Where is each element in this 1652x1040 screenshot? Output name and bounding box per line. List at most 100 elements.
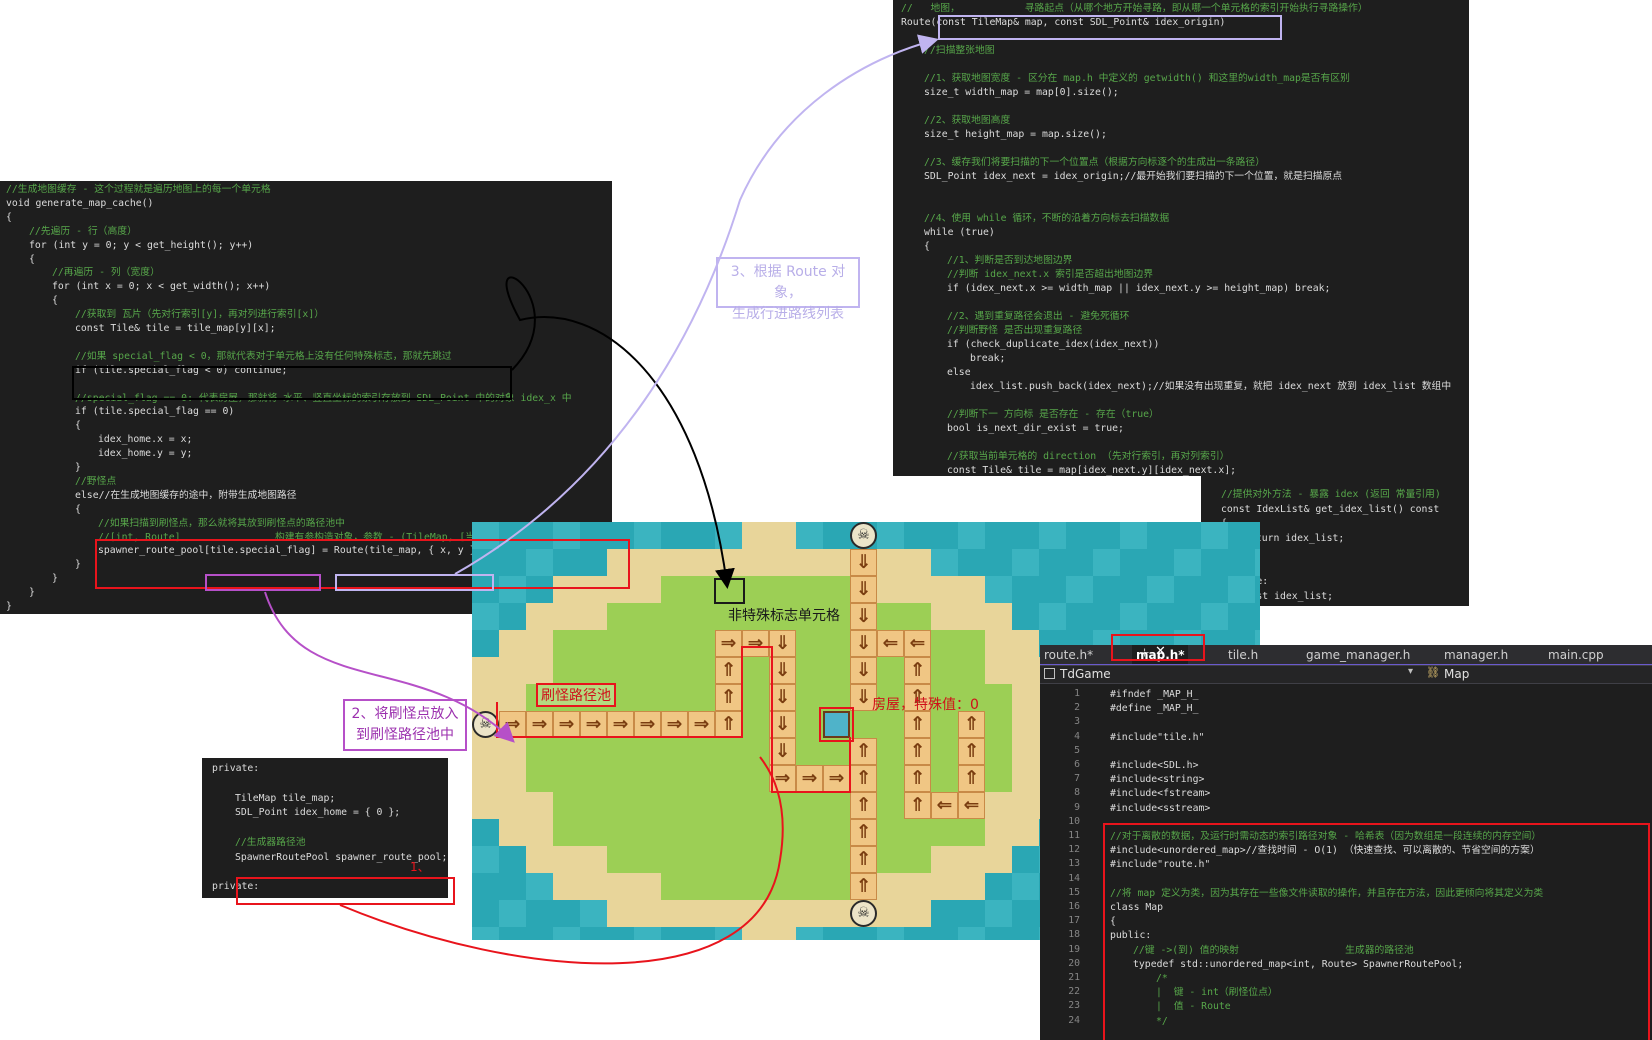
line-number: 2: [1074, 702, 1080, 714]
line-number: 21: [1068, 972, 1080, 983]
line-number: 15: [1068, 886, 1080, 898]
line-number: 22: [1068, 986, 1080, 998]
project-icon: [1044, 668, 1055, 679]
code-line: #include<SDL.h>: [1110, 760, 1199, 771]
line-number: 17: [1068, 915, 1080, 927]
code-line: }: [52, 573, 58, 585]
tab-main-cpp[interactable]: main.cpp: [1544, 645, 1640, 665]
line-number: 10: [1068, 815, 1080, 827]
code-line: size_t height_map = map.size();: [924, 129, 1107, 140]
code-line: idex_list.push_back(idex_next);//如果没有出现重…: [970, 381, 1452, 392]
step3-note-line1: 3、根据 Route 对象，: [730, 264, 846, 301]
code-line: //1、获取地图宽度 - 区分在 map.h 中定义的 getwidth() 和…: [924, 73, 1350, 84]
special-flag-box: [205, 574, 321, 591]
step2-note-line2: 到刷怪路径池中: [356, 727, 454, 743]
code-line: //1、判断是否到达地图边界: [947, 255, 1073, 266]
code-line: //生成地图缓存 - 这个过程就是遍历地图上的每一个单元格: [6, 184, 271, 195]
scope-dropdown[interactable]: Map: [1444, 667, 1469, 681]
code-line: //先遍历 - 行（高度）: [29, 225, 137, 237]
code-line: {: [6, 211, 12, 223]
house-label: 房屋，特殊值：0: [872, 697, 979, 713]
code-line: SDL_Point idex_home = { 0 };: [235, 807, 401, 819]
right-code-panel: // 地图， 寻路起点（从哪个地方开始寻路，即从哪一个单元格的索引开始执行寻路操…: [893, 0, 1469, 476]
chevron-down-icon[interactable]: ▾: [1408, 666, 1413, 677]
tab-tile-h[interactable]: tile.h: [1224, 645, 1294, 665]
line-number: 9: [1074, 801, 1080, 813]
code-line: size_t width_map = map[0].size();: [924, 87, 1119, 98]
line-number: 14: [1068, 872, 1080, 884]
step2-note: 2、将刷怪点放入 到刷怪路径池中: [343, 699, 467, 751]
pool-member-box: [236, 877, 455, 905]
code-line: //如果 special_flag < 0，那就代表对于单元格上没有任何特殊标志…: [75, 350, 452, 362]
code-line: for (int y = 0; y < get_height(); y++): [29, 239, 254, 251]
code-line: if (check_duplicate_idex(idex_next)): [947, 339, 1160, 350]
spawner-pool-label: 刷怪路径池: [536, 683, 616, 707]
non-special-cell-label: 非特殊标志单元格: [728, 608, 840, 624]
code-line: //扫描整张地图: [924, 45, 995, 56]
code-line: const IdexList& get_idex_list() const: [1221, 503, 1440, 515]
code-line: else: [947, 367, 971, 378]
class-icon: ⛓: [1426, 666, 1440, 679]
code-line: //2、获取地图高度: [924, 115, 1011, 126]
code-line: //获取当前单元格的 direction （先对行索引，再对列索引）: [947, 451, 1230, 462]
continue-check-box: [72, 366, 512, 400]
active-tab-box: [1111, 634, 1205, 661]
code-line: //4、使用 while 循环，不断的沿着方向标去扫描数据: [924, 213, 1170, 224]
code-line: }: [75, 559, 81, 571]
code-line: idex_home.x = x;: [98, 434, 193, 446]
line-number: 20: [1068, 957, 1080, 969]
code-line: {: [52, 295, 58, 307]
code-line: //获取到 瓦片（先对行索引[y]，再对列进行索引[x]）: [75, 309, 325, 321]
code-line: {: [75, 420, 81, 432]
code-line: while (true): [924, 227, 995, 238]
code-line: //生成器路径池: [235, 837, 306, 848]
code-line: else//在生成地图缓存的途中，附带生成地图路径: [75, 489, 297, 501]
step2-note-line1: 2、将刷怪点放入: [351, 706, 459, 722]
code-line: //提供对外方法 - 暴露 idex (返回 常量引用): [1221, 489, 1441, 500]
step3-note: 3、根据 Route 对象， 生成行进路线列表: [716, 257, 860, 322]
line-number: 12: [1068, 844, 1080, 856]
code-line: for (int x = 0; x < get_width(); x++): [52, 281, 271, 293]
code-line: #include<sstream>: [1110, 802, 1211, 814]
code-line: #define _MAP_H_: [1110, 703, 1199, 715]
code-line: private:: [212, 763, 260, 774]
code-line: //判断下一 方向标 是否存在 - 存在（true）: [947, 409, 1159, 420]
code-line: #include<fstream>: [1110, 788, 1211, 800]
code-line: void generate_map_cache(): [6, 197, 154, 209]
code-line: if (idex_next.x >= width_map || idex_nex…: [947, 283, 1331, 294]
tab-manager-h[interactable]: manager.h: [1440, 645, 1536, 665]
line-number: 23: [1068, 1000, 1080, 1012]
tab-game-manager-h[interactable]: game_manager.h: [1302, 645, 1432, 665]
code-line: SDL_Point idex_next = idex_origin;//最开始我…: [924, 171, 1343, 182]
line-number: 8: [1074, 787, 1080, 799]
code-line: const Tile& tile = tile_map[y][x];: [75, 323, 276, 334]
unordered-map-box: [1103, 823, 1650, 1040]
code-line: {: [29, 253, 35, 265]
line-number: 4: [1074, 730, 1080, 742]
code-line: //判断野怪 是否出现重复路径: [947, 325, 1083, 336]
line-number: 5: [1074, 744, 1080, 756]
code-line: TileMap tile_map;: [235, 792, 336, 804]
line-number: 11: [1068, 830, 1080, 841]
project-dropdown[interactable]: TdGame: [1060, 667, 1111, 681]
code-line: {: [924, 241, 930, 252]
code-line: //再遍历 - 列（宽度）: [52, 267, 160, 279]
code-line: //3、缓存我们将要扫描的下一个位置点（根据方向标逐个的生成出一条路径）: [924, 157, 1265, 168]
step3-note-line2: 生成行进路线列表: [732, 306, 844, 322]
code-line: //判断 idex_next.x 索引是否超出地图边界: [947, 269, 1154, 280]
line-number: 18: [1068, 929, 1080, 941]
code-line: bool is_next_dir_exist = true;: [947, 423, 1124, 434]
line-number: 13: [1068, 858, 1080, 870]
code-line: idex_home.y = y;: [98, 448, 193, 460]
code-line: #ifndef _MAP_H_: [1110, 689, 1199, 700]
code-line: }: [29, 587, 35, 599]
line-number: 7: [1074, 773, 1080, 785]
route-ctor-call-box: [335, 574, 494, 591]
step1-note: 1、: [410, 860, 430, 874]
line-number: 19: [1068, 943, 1080, 955]
code-line: // 地图， 寻路起点（从哪个地方开始寻路，即从哪一个单元格的索引开始执行寻路操…: [901, 3, 1368, 14]
code-line: {: [75, 503, 81, 515]
code-line: }: [6, 601, 12, 612]
code-line: if (tile.special_flag == 0): [75, 406, 235, 418]
code-line: break;: [970, 353, 1006, 364]
